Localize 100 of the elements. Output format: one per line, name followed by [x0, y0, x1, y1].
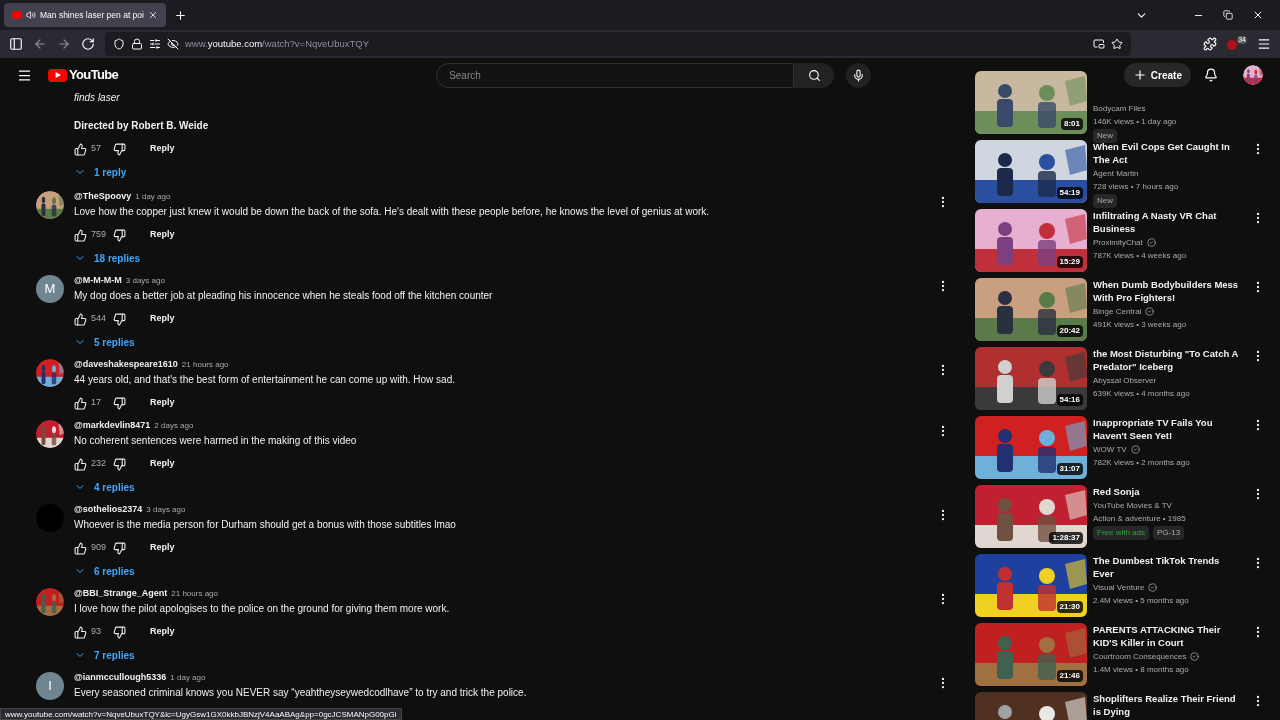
replies-toggle[interactable]: 7 replies [74, 648, 135, 662]
video-title[interactable]: Inappropriate TV Fails You Haven't Seen Yet! [1093, 416, 1245, 442]
comment-time[interactable]: 21 hours ago [171, 588, 218, 600]
mic-button[interactable] [846, 62, 872, 88]
comment-time[interactable]: 1 day ago [170, 672, 206, 684]
like-count: 93 [91, 625, 102, 639]
duration-badge: 21:46 [1056, 670, 1083, 682]
create-button[interactable]: Create [1123, 63, 1191, 87]
comment-time[interactable]: 1 day ago [135, 191, 171, 203]
thumbs-up-icon[interactable] [74, 625, 87, 639]
channel-name[interactable]: Abyssal Observer [1093, 374, 1157, 387]
comment-author[interactable]: @daveshakespeare1610 [74, 358, 178, 372]
comment-time[interactable]: 2 days ago [154, 420, 194, 432]
reply-button[interactable]: Reply [150, 396, 175, 410]
channel-name[interactable]: Binge Central [1093, 305, 1142, 318]
channel-name[interactable]: Agent Martin [1093, 167, 1139, 180]
thumbs-down-icon[interactable] [113, 142, 126, 156]
replies-toggle[interactable]: 18 replies [74, 251, 141, 265]
verified-icon [1145, 307, 1155, 316]
like-count: 909 [91, 541, 105, 555]
comment-text: I love how the pilot apologises to the police on the ground for giving them more work. [74, 602, 451, 616]
tracking-icon[interactable] [167, 38, 179, 50]
comment-author[interactable]: @markdevlin8471 [74, 419, 151, 433]
channel-name[interactable]: Bodycam Files [1093, 102, 1146, 115]
close-tab-icon[interactable] [147, 10, 158, 20]
reply-button[interactable]: Reply [150, 228, 175, 242]
reply-button[interactable]: Reply [150, 457, 175, 471]
avatar[interactable]: I [36, 672, 64, 700]
restore-icon[interactable] [1223, 10, 1233, 20]
comment-text: My dog does a better job at pleading his innocence when he steals food off the kitchen counter [74, 289, 494, 303]
comment-author[interactable]: @sothelios2374 [74, 503, 143, 517]
comment-time[interactable]: 3 days ago [146, 504, 186, 516]
reload-icon[interactable] [81, 37, 95, 51]
browser-tab[interactable]: Man shines laser pen at poi [4, 3, 166, 27]
thumbs-up-icon[interactable] [74, 541, 87, 555]
avatar[interactable]: M [36, 275, 64, 303]
notifications-icon[interactable] [1204, 68, 1218, 82]
reply-button[interactable]: Reply [150, 312, 175, 326]
video-title[interactable]: PARENTS ATTACKING Their KID'S Killer in Court [1093, 623, 1245, 649]
close-window-icon[interactable] [1252, 9, 1264, 21]
search-field[interactable]: Search [436, 62, 795, 88]
thumbs-down-icon[interactable] [113, 541, 126, 555]
video-title[interactable]: Infiltrating A Nasty VR Chat Business [1093, 209, 1245, 235]
sidebar-icon[interactable] [9, 37, 23, 51]
channel-name[interactable]: Courtroom Consequences [1093, 650, 1187, 663]
replies-toggle[interactable]: 1 reply [74, 165, 127, 179]
speaker-icon[interactable] [26, 10, 36, 20]
duration-badge: 20:42 [1056, 325, 1083, 337]
shield-icon[interactable] [113, 38, 125, 50]
reply-button[interactable]: Reply [150, 541, 175, 555]
thumbs-up-icon[interactable] [74, 396, 87, 410]
thumbs-down-icon[interactable] [113, 396, 126, 410]
reply-button[interactable]: Reply [150, 142, 175, 156]
mic-icon [852, 68, 866, 82]
permissions-icon[interactable] [149, 38, 161, 50]
video-title[interactable]: When Dumb Bodybuilders Mess With Pro Fighters! [1093, 278, 1245, 304]
search-button[interactable] [794, 62, 835, 88]
thumbs-up-icon[interactable] [74, 312, 87, 326]
video-title[interactable]: The Dumbest TikTok Trends Ever [1093, 554, 1245, 580]
video-title[interactable]: When Evil Cops Get Caught In The Act [1093, 140, 1245, 166]
comment-time[interactable]: 21 hours ago [181, 359, 229, 371]
favicon-icon [12, 11, 22, 19]
thumbs-up-icon[interactable] [74, 142, 87, 156]
channel-name[interactable]: YouTube Movies & TV [1093, 499, 1172, 512]
back-icon[interactable] [33, 37, 47, 51]
video-meta: 1.4M views • 8 months ago [1093, 664, 1190, 676]
video-title[interactable]: Red Sonja [1093, 485, 1245, 498]
channel-name[interactable]: WOW TV [1093, 443, 1127, 456]
video-title[interactable]: Shoplifters Realize Their Friend is Dying [1093, 692, 1245, 718]
app-menu-icon[interactable] [1257, 37, 1271, 51]
replies-toggle[interactable]: 5 replies [74, 335, 135, 349]
new-tab-icon[interactable] [173, 8, 187, 22]
thumbs-down-icon[interactable] [113, 457, 126, 471]
comment-author[interactable]: @M-M-M-M [74, 274, 122, 288]
thumbs-up-icon[interactable] [74, 457, 87, 471]
lock-icon[interactable] [131, 38, 143, 50]
duration-badge: 15:29 [1056, 256, 1083, 268]
menu-icon[interactable] [17, 67, 32, 83]
comment-author[interactable]: @ianmccullough5336 [74, 671, 167, 685]
thumbs-down-icon[interactable] [113, 625, 126, 639]
comment-author[interactable]: @TheSpoovy [74, 190, 132, 204]
comment-author[interactable]: @BBI_Strange_Agent [74, 587, 168, 601]
forward-icon[interactable] [57, 37, 71, 51]
picture-in-picture-icon[interactable] [1093, 38, 1105, 50]
thumbs-up-icon[interactable] [74, 228, 87, 242]
replies-toggle[interactable]: 6 replies [74, 564, 135, 578]
video-title[interactable]: the Most Disturbing "To Catch A Predator" Iceberg [1093, 347, 1245, 373]
extensions-icon[interactable] [1203, 37, 1218, 51]
thumbs-down-icon[interactable] [113, 228, 126, 242]
thumbs-down-icon[interactable] [113, 312, 126, 326]
address-bar[interactable]: www.youtube.com/watch?v=NqveUbuxTQY [105, 32, 1131, 56]
comment-time[interactable]: 3 days ago [125, 275, 165, 287]
reply-button[interactable]: Reply [150, 625, 175, 639]
channel-name[interactable]: Visual Venture [1093, 581, 1145, 594]
youtube-logo[interactable]: YouTube [48, 65, 119, 85]
bookmark-star-icon[interactable] [1111, 38, 1123, 50]
video-badge: Free with ads [1093, 526, 1150, 540]
replies-toggle[interactable]: 4 replies [74, 480, 135, 494]
comment-text: finds laser [74, 92, 121, 104]
channel-name[interactable]: ProximityChat [1093, 236, 1143, 249]
